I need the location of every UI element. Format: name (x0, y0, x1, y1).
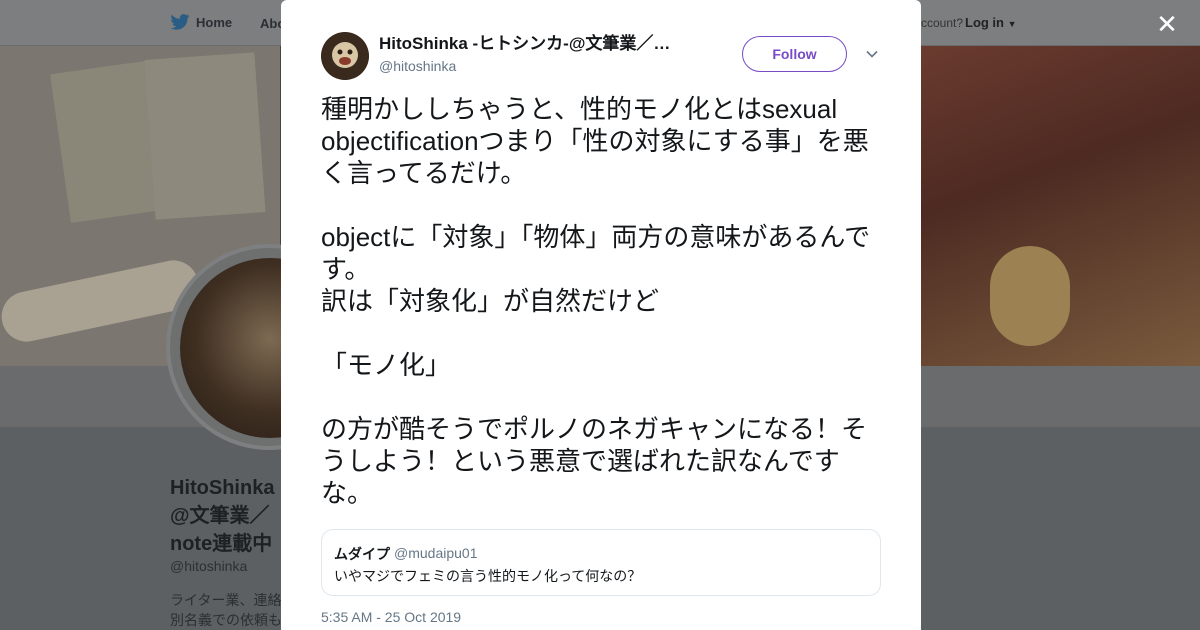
nav-account-text: ccount? (921, 16, 964, 30)
profile-handle[interactable]: @hitoshinka (170, 558, 247, 574)
nav-home-link[interactable]: Home (170, 14, 232, 30)
follow-button[interactable]: Follow (742, 36, 847, 72)
caret-down-icon: ▼ (1007, 19, 1017, 29)
tweet-text: 種明かししちゃうと、性的モノ化とはsexual objectificationつ… (321, 94, 871, 508)
profile-name: HitoShinka @文筆業／ note連載中 (170, 477, 275, 555)
chevron-down-icon[interactable] (864, 46, 880, 62)
tweet-timestamp[interactable]: 5:35 AM - 25 Oct 2019 (321, 609, 461, 625)
author-name[interactable]: HitoShinka -ヒトシンカ-@文筆業／… (379, 34, 695, 54)
nav-login-link[interactable]: Log in ▼ (965, 15, 1017, 30)
profile-bio: ライター業、連絡 別名義での依頼も (170, 592, 282, 628)
author-handle[interactable]: @hitoshinka (379, 58, 456, 74)
quoted-tweet-text: いやマジでフェミの言う性的モノ化って何なの？ (334, 568, 642, 584)
twitter-bird-icon (170, 14, 190, 30)
nav-login-label: Log in (965, 15, 1004, 30)
quoted-author-name: ムダイプ (334, 546, 390, 562)
author-avatar[interactable] (321, 32, 369, 80)
quoted-tweet[interactable]: ムダイプ @mudaipu01 いやマジでフェミの言う性的モノ化って何なの？ (321, 529, 881, 596)
tweet-modal: HitoShinka -ヒトシンカ-@文筆業／… @hitoshinka Fol… (281, 0, 921, 630)
avatar-face-icon (321, 32, 369, 80)
quoted-author-handle: @mudaipu01 (394, 545, 478, 561)
nav-home-label: Home (196, 14, 233, 30)
close-icon[interactable]: ✕ (1155, 11, 1179, 37)
